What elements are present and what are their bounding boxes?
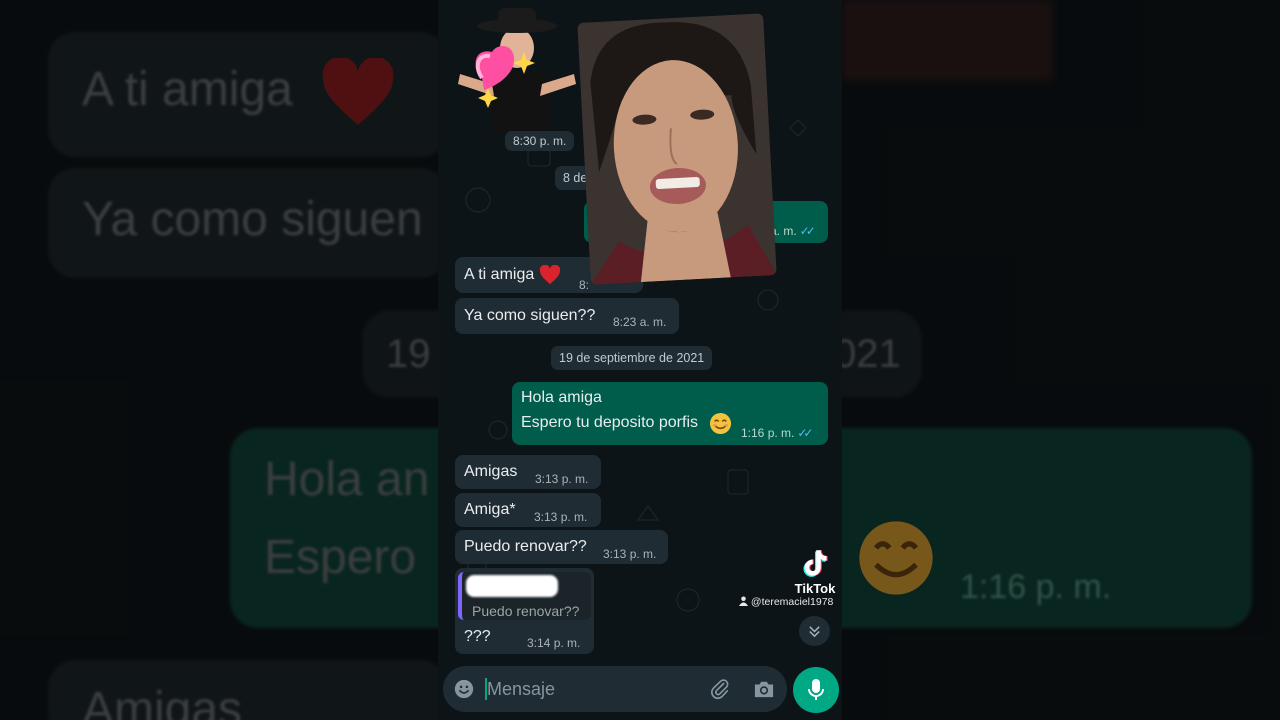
message-time: 3:13 p. m.: [535, 472, 589, 486]
message-text: ???: [464, 628, 491, 645]
mic-button[interactable]: [793, 667, 839, 713]
message-bubble-reply[interactable]: Puedo renovar?? ??? 3:14 p. m.: [455, 568, 594, 654]
attach-icon[interactable]: [709, 678, 731, 700]
redacted-name: [466, 575, 558, 597]
message-text-line2: Espero tu deposito porfis: [521, 414, 698, 431]
quoted-message[interactable]: Puedo renovar??: [458, 572, 591, 620]
quoted-text: Puedo renovar??: [472, 603, 580, 619]
scroll-to-bottom-button[interactable]: [799, 616, 830, 646]
message-time: 1:16 p. m.: [741, 426, 795, 440]
message-time: 8:23 a. m.: [613, 315, 667, 329]
message-bubble-incoming[interactable]: Ya como siguen?? 8:23 a. m.: [455, 298, 679, 334]
message-text: Amiga*: [464, 501, 516, 518]
message-time: 3:13 p. m.: [603, 547, 657, 561]
sticker-time: 8:30 p. m.: [505, 131, 575, 151]
blurred-background-left: A ti amiga Ya como siguen 19 Hola an Esp…: [0, 0, 438, 720]
smile-emoji-icon: [709, 412, 732, 435]
message-input[interactable]: Mensaje: [487, 679, 555, 700]
message-time: 8:: [579, 278, 590, 292]
message-text: Amigas: [464, 463, 518, 480]
message-time: 3:13 p. m.: [534, 510, 588, 524]
tiktok-logo-text: TikTok: [794, 581, 836, 596]
message-bubble-incoming[interactable]: Amiga* 3:13 p. m.: [455, 493, 601, 527]
message-time: 3:14 p. m.: [527, 636, 581, 650]
camera-icon[interactable]: [753, 679, 775, 699]
message-text: Puedo renovar??: [464, 538, 587, 555]
heart-icon: [539, 265, 561, 285]
message-text-line1: Hola amiga: [521, 389, 602, 406]
cowboy-sticker: [458, 8, 576, 134]
user-icon: [739, 596, 748, 606]
message-bubble-incoming[interactable]: Amigas 3:13 p. m.: [455, 455, 601, 489]
tiktok-watermark: TikTok: [790, 548, 840, 596]
message-bubble-outgoing[interactable]: Hola amiga Espero tu deposito porfis 1:1…: [512, 382, 828, 445]
reaction-face-overlay: [577, 13, 777, 285]
chevron-down-icon: [809, 626, 820, 638]
message-input-bar: Mensaje: [443, 666, 787, 712]
message-bubble-incoming[interactable]: Puedo renovar?? 3:13 p. m.: [455, 530, 668, 564]
message-text: Ya como siguen??: [464, 307, 596, 324]
read-ticks-icon: ✓✓: [799, 224, 816, 238]
mic-icon: [808, 679, 824, 700]
message-text: A ti amiga: [464, 266, 535, 283]
date-chip: 19 de septiembre de 2021: [551, 346, 713, 370]
tiktok-username: @teremaciel1978: [739, 596, 833, 608]
tiktok-logo-icon: [803, 550, 828, 577]
read-ticks-icon: ✓✓: [797, 426, 813, 440]
blurred-background-right: 021 1:16 p. m.: [842, 0, 1280, 720]
emoji-icon[interactable]: [454, 679, 474, 699]
